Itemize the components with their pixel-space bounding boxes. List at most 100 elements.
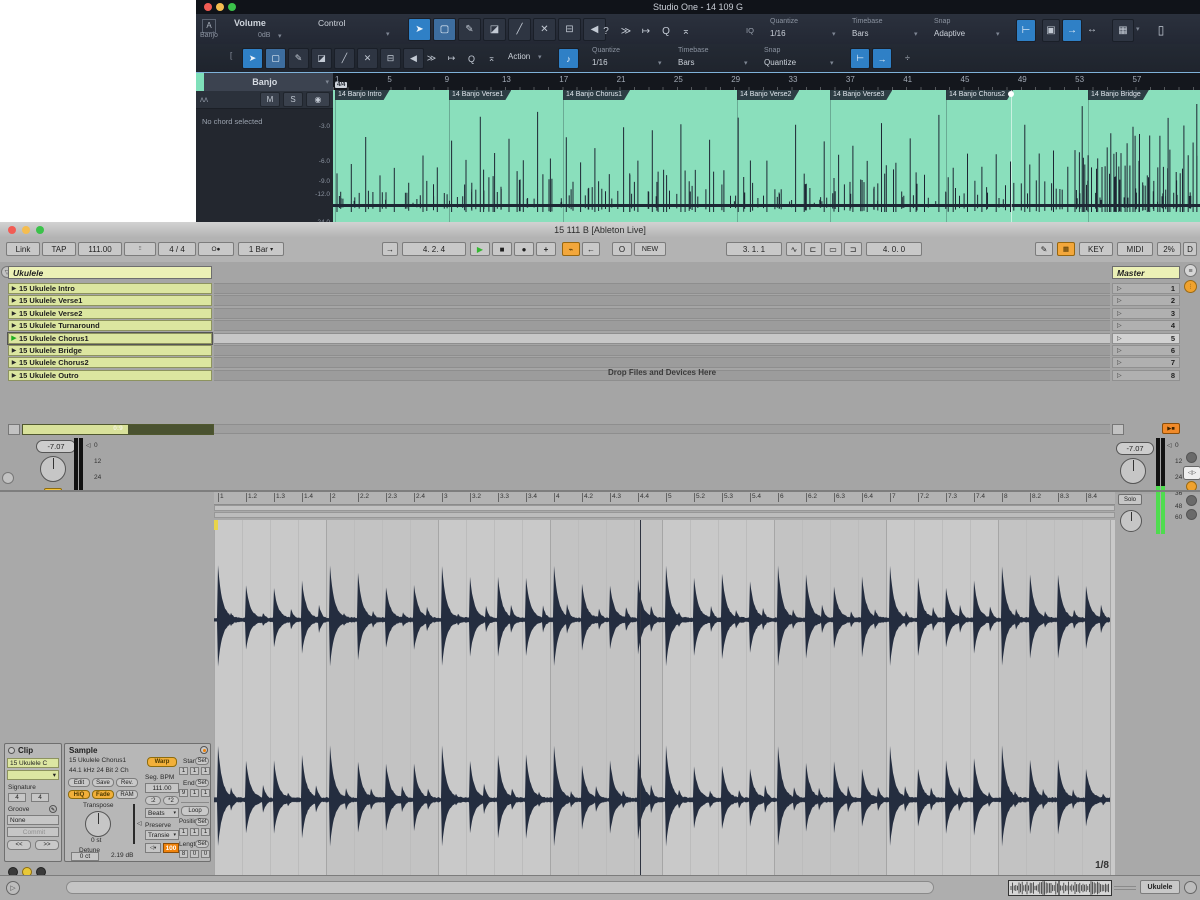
end-position-fields[interactable]: 911 (179, 789, 210, 797)
clip-name-field[interactable]: 15 Ukulele C (7, 758, 59, 768)
macro-icon[interactable]: ⌅ (678, 23, 694, 39)
master-solo-button[interactable]: Solo (1118, 494, 1142, 505)
so-arrangement[interactable]: 14 Banjo Intro14 Banjo Verse114 Banjo Ch… (333, 90, 1200, 222)
so-timeline-ruler[interactable]: 1 4/4 59131721252933374145495357 (333, 72, 1200, 91)
range-tool[interactable]: ▢ (433, 18, 456, 41)
groove-edit-icon[interactable]: ✎ (49, 805, 57, 813)
quantize-note-toggle[interactable]: ♪ (558, 48, 579, 69)
pencil-tool[interactable]: ✎ (458, 18, 481, 41)
new-button[interactable]: NEW (634, 242, 666, 256)
so-track-header[interactable]: Banjo ▾ (196, 73, 333, 91)
cursor-handle[interactable] (1008, 91, 1014, 97)
seg-bpm-value[interactable]: 111.00 (145, 783, 179, 793)
loop-toggle[interactable]: Loop (181, 806, 209, 816)
iq-label[interactable]: IQ (746, 26, 754, 35)
split-tool[interactable]: ⊟ (380, 48, 401, 69)
loop-brace-lane[interactable] (214, 505, 1115, 511)
scene-slot[interactable]: ▷6 (1112, 345, 1180, 356)
punch-out-button[interactable]: ⊐ (844, 242, 862, 256)
clip-beat-ruler[interactable]: 11.21.31.422.22.32.433.23.33.444.24.34.4… (214, 492, 1115, 505)
automation-mode-label[interactable]: Volume (234, 18, 266, 28)
hiq-toggle[interactable]: HiQ (68, 790, 90, 799)
macro-icon[interactable]: ⌅ (482, 49, 501, 68)
automation-arm-button[interactable]: ⌁ (562, 242, 580, 256)
pointer-tool[interactable]: ➤ (408, 18, 431, 41)
speaker-tool[interactable]: ◀ (403, 48, 424, 69)
snap-value[interactable]: Quantize (764, 58, 796, 67)
detune-value[interactable]: 0 ct (71, 852, 99, 861)
clip-slot[interactable]: ▶15 Ukulele Intro (8, 283, 212, 294)
snap-box-toggle[interactable]: ▣ (1042, 19, 1060, 42)
scene-play-icon[interactable]: ▷ (1117, 285, 1122, 292)
loop-position-fields[interactable]: 111 (179, 828, 210, 836)
scene-play-icon[interactable]: ▷ (1117, 359, 1122, 366)
clip-color-chooser[interactable]: ▾ (7, 770, 59, 780)
scene-slot[interactable]: ▷2 (1112, 295, 1180, 306)
scene-play-icon[interactable]: ▷ (1117, 347, 1122, 354)
action-menu[interactable]: Action (508, 52, 530, 61)
clip-flag[interactable]: 14 Banjo Verse1 (449, 90, 511, 100)
master-volume-value[interactable]: -7.07 (1116, 442, 1154, 455)
warp-mode-chooser[interactable]: Beats▾ (145, 808, 179, 818)
end-value-field[interactable]: 1 (201, 789, 210, 797)
scene-row[interactable] (214, 283, 1110, 294)
position-value-field[interactable]: 1 (201, 828, 210, 836)
snap-arrow-toggle[interactable]: → (1062, 19, 1082, 42)
autoplay-icon[interactable]: ↦ (638, 23, 654, 39)
quantize-q-icon[interactable]: Q (658, 23, 674, 39)
scene-row[interactable] (214, 320, 1110, 331)
clip-launch-icon[interactable]: ▶ (9, 297, 19, 304)
clip-launch-icon[interactable]: ▶ (9, 322, 19, 329)
mute-tool[interactable]: ✕ (533, 18, 556, 41)
edit-cursor[interactable] (1011, 90, 1012, 222)
scene-play-icon[interactable]: ▷ (1117, 310, 1122, 317)
ram-toggle[interactable]: RAM (116, 790, 138, 799)
clip-slot[interactable]: ▶15 Ukulele Verse2 (8, 308, 212, 319)
snap-cursor-toggle[interactable]: ⊢ (850, 48, 870, 69)
clip-slot[interactable]: ▶15 Ukulele Chorus2 (8, 357, 212, 368)
position-value-field[interactable]: 1 (179, 828, 188, 836)
io-section-toggle-icon[interactable]: ⫶ (1184, 280, 1197, 293)
sample-editor[interactable]: 1/8 (214, 520, 1115, 875)
scene-play-icon[interactable]: ▷ (1117, 297, 1122, 304)
back-to-arrangement-button[interactable]: ← (582, 242, 600, 256)
autoplay-icon[interactable]: ↦ (442, 49, 461, 68)
tap-tempo-button[interactable]: TAP (42, 242, 76, 256)
length-value-field[interactable]: 0 (190, 850, 199, 858)
clip-launch-icon[interactable]: ▶ (9, 359, 19, 366)
stop-button[interactable]: ■ (492, 242, 512, 256)
clip-launch-icon[interactable]: ▶ (9, 310, 19, 317)
session-record-button[interactable]: O (612, 242, 632, 256)
arrangement-position[interactable]: 4. 2. 4 (402, 242, 466, 256)
returns-toggle-icon[interactable] (1186, 452, 1197, 463)
scene-row[interactable] (214, 345, 1110, 356)
clip-flag[interactable]: 14 Banjo Verse2 (737, 90, 799, 100)
end-value-field[interactable]: 1 (190, 789, 199, 797)
detail-view-toggle-icon[interactable] (2, 472, 14, 484)
track-volume-value[interactable]: -7.07 (36, 440, 76, 453)
next-clip-button[interactable]: >> (35, 840, 59, 850)
start-value-field[interactable]: 1 (190, 767, 199, 775)
automation-db-value[interactable]: 0dB (258, 32, 270, 39)
scene-slot[interactable]: ▷8 (1112, 370, 1180, 381)
punch-position[interactable]: 3. 1. 1 (726, 242, 782, 256)
tempo-field[interactable]: 111.00 (78, 242, 122, 256)
bpm-double-button[interactable]: *2 (163, 796, 179, 805)
start-set-button[interactable]: Set (195, 757, 209, 765)
scene-slot[interactable]: ▷3 (1112, 308, 1180, 319)
track-name[interactable]: Banjo (204, 77, 325, 87)
signature-denominator[interactable]: 4 (31, 793, 49, 802)
midi-map-button[interactable]: MIDI (1117, 242, 1153, 256)
master-title[interactable]: Master (1112, 266, 1180, 279)
arrangement-overview[interactable] (1008, 880, 1112, 896)
delay-toggle-icon[interactable] (1186, 509, 1197, 520)
meter-toggle-icon[interactable] (1186, 495, 1197, 506)
clip-flag[interactable]: 14 Banjo Verse3 (830, 90, 892, 100)
transients-chooser[interactable]: Transie▾ (145, 830, 179, 840)
end-set-button[interactable]: Set (195, 779, 209, 787)
sample-follow-radio[interactable] (200, 746, 208, 754)
control-label[interactable]: Control (318, 18, 345, 28)
snap-value[interactable]: Adaptive (934, 29, 965, 38)
loop-length-field[interactable]: 4. 0. 0 (866, 242, 922, 256)
loop-length-fields[interactable]: 800 (179, 850, 210, 858)
